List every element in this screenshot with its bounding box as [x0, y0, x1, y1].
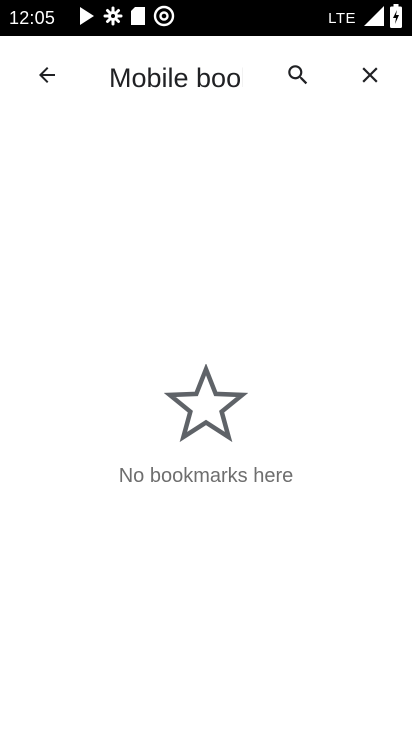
at-sign-icon: [153, 5, 175, 32]
arrow-back-icon: [35, 63, 59, 92]
star-outline-icon: [163, 363, 249, 449]
page-title: Mobile bookmarks: [109, 63, 243, 93]
empty-state: No bookmarks here: [0, 363, 412, 488]
status-notification-icons: [78, 5, 175, 32]
close-icon: [357, 62, 383, 93]
status-system-icons: LTE: [328, 3, 402, 33]
network-type-label: LTE: [328, 9, 356, 27]
sd-card-icon: [130, 6, 146, 31]
empty-state-message: No bookmarks here: [118, 465, 294, 487]
battery-icon: [390, 3, 402, 33]
close-button[interactable]: [346, 53, 394, 101]
status-time: 12:05: [9, 8, 56, 28]
settings-icon: [103, 6, 123, 31]
play-store-icon: [78, 6, 96, 31]
status-bar: 12:05 LTE: [0, 0, 412, 36]
search-icon: [285, 62, 311, 93]
back-button[interactable]: [23, 53, 71, 101]
toolbar: Mobile bookmarks: [0, 36, 412, 120]
search-button[interactable]: [274, 53, 322, 101]
signal-icon: [363, 5, 385, 32]
